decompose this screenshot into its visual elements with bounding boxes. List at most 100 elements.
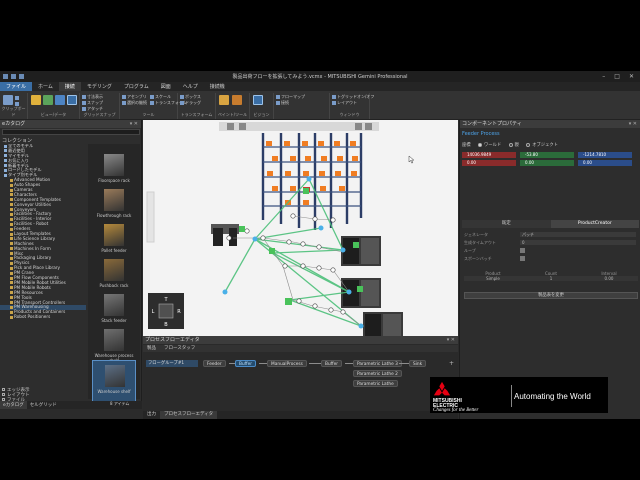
generator-select[interactable]: パッチ bbox=[520, 232, 636, 237]
group-label: ビュー/データ bbox=[40, 112, 67, 117]
view-render-icon[interactable] bbox=[355, 123, 362, 130]
timeout-field[interactable]: 0 bbox=[520, 240, 636, 245]
tree-item[interactable]: Robot Positioners bbox=[0, 314, 86, 320]
collection-tree[interactable]: 全てのモデル 最近使用 マイモデル お気に入り 新着モデル ロードしたモデル タイプ別モデル… bbox=[0, 144, 86, 387]
pin-icon[interactable]: ▾ ✕ bbox=[629, 120, 637, 128]
tab-file[interactable]: ファイル bbox=[0, 82, 33, 91]
vision-icon[interactable] bbox=[253, 95, 263, 105]
pin-icon[interactable]: ▾ ✕ bbox=[130, 120, 138, 128]
model-tile-label: Warehouse shelf bbox=[97, 389, 131, 394]
rot-x-field[interactable]: 0.00 bbox=[462, 160, 516, 166]
node-sink[interactable]: Sink bbox=[409, 360, 427, 367]
model-tile-label: Flowthrough rack bbox=[96, 213, 132, 218]
tab-products[interactable]: 製品 bbox=[143, 345, 160, 352]
3d-viewport[interactable]: T L R B bbox=[143, 120, 458, 336]
loop-checkbox[interactable] bbox=[520, 248, 525, 253]
ribbon-group-clipboard: クリップボード bbox=[0, 93, 28, 119]
radio-object[interactable] bbox=[526, 142, 531, 147]
view-fit-icon[interactable] bbox=[239, 123, 246, 130]
tab-drawing[interactable]: 図面 bbox=[155, 82, 177, 91]
viewport-side-toolbar[interactable] bbox=[146, 191, 155, 243]
title-bar: 製品出荷フローを拡張してみよう.vcmx - MITSUBISHI Gemini… bbox=[0, 71, 640, 82]
node-lathe-1[interactable]: Parametric Lathe bbox=[353, 380, 398, 387]
view-options-icon[interactable] bbox=[365, 123, 372, 130]
tab-modeling[interactable]: モデリング bbox=[81, 82, 118, 91]
tab-flow-staff[interactable]: フロースタッフ bbox=[160, 345, 199, 352]
tab-connector[interactable]: 接続機 bbox=[204, 82, 231, 91]
window-title: 製品出荷フローを拡張してみよう.vcmx - MITSUBISHI Gemini… bbox=[232, 74, 408, 80]
drag-button[interactable]: ドラッグ bbox=[180, 100, 201, 106]
warehouse-rack[interactable] bbox=[261, 133, 363, 230]
node-manual-process[interactable]: ManualProcess bbox=[267, 360, 307, 367]
folder-icon bbox=[10, 271, 13, 275]
edit-product-table-button[interactable]: 製品表を変更 bbox=[464, 292, 638, 299]
folder-icon bbox=[10, 276, 13, 280]
paint-tool-icon[interactable] bbox=[232, 95, 242, 105]
layout-button[interactable]: レイアウト bbox=[332, 100, 357, 106]
tab-help[interactable]: ヘルプ bbox=[177, 82, 204, 91]
panel-title: プロセスフローエディタ bbox=[145, 337, 200, 343]
tab-output[interactable]: 出力 bbox=[143, 411, 160, 419]
connect-button[interactable]: 接続 bbox=[276, 100, 289, 106]
rot-y-field[interactable]: 0.00 bbox=[520, 160, 574, 166]
tab-connect[interactable]: 接続 bbox=[58, 82, 81, 91]
flow-group-label[interactable]: フローグループ#1 bbox=[146, 360, 198, 367]
panel-header: プロセスフローエディタ ▾ ✕ bbox=[143, 336, 458, 344]
group-label: ツール bbox=[142, 112, 155, 117]
tab-home[interactable]: ホーム bbox=[32, 82, 59, 91]
interact-icon[interactable] bbox=[67, 95, 77, 105]
tab-process-flow-editor[interactable]: プロセスフローエディタ bbox=[160, 411, 218, 419]
coord-z-field[interactable]: -1214.7810 bbox=[578, 152, 632, 158]
svg-text:B: B bbox=[164, 322, 168, 328]
tab-program[interactable]: プログラム bbox=[118, 82, 155, 91]
tab-cell-graph[interactable]: セルグリッド bbox=[27, 401, 60, 409]
node-lathe-3[interactable]: Parametric Lathe 3 bbox=[353, 360, 402, 367]
paint-icon[interactable] bbox=[219, 95, 229, 105]
parametric-lathes[interactable] bbox=[341, 236, 403, 336]
node-buffer-2[interactable]: Buffer bbox=[321, 360, 343, 367]
ribbon-tab-bar: ファイル ホーム 接続 モデリング プログラム 図面 ヘルプ 接続機 bbox=[0, 82, 640, 91]
coord-y-field[interactable]: -53.80 bbox=[520, 152, 574, 158]
model-tile[interactable]: Warehouse shelf bbox=[92, 360, 136, 402]
catalog-search-input[interactable] bbox=[2, 129, 140, 135]
radio-parent[interactable] bbox=[508, 142, 513, 147]
continue-select-button[interactable]: 選択の継続 bbox=[122, 100, 147, 106]
tab-default[interactable]: 既定 bbox=[462, 220, 551, 228]
manual-process-station[interactable] bbox=[211, 224, 239, 246]
radio-world[interactable] bbox=[477, 142, 482, 147]
view-cube[interactable]: T L R B bbox=[148, 293, 184, 329]
ribbon-group-paint: ペイント/ツール bbox=[216, 93, 250, 119]
model-tiles: Floorspace rack Flowthrough rack Pallet fe… bbox=[88, 144, 140, 402]
node-lathe-2[interactable]: Parametric Lathe 2 bbox=[353, 370, 402, 377]
group-label: クリップボード bbox=[1, 106, 26, 117]
rot-z-field[interactable]: 0.00 bbox=[578, 160, 632, 166]
collections-label: コレクション bbox=[2, 138, 33, 144]
node-feeder[interactable]: Feeder bbox=[203, 360, 226, 367]
select-icon[interactable] bbox=[31, 95, 41, 105]
flow-diagram: フローグループ#1 Feeder Buffer ManualProcess Bu… bbox=[143, 353, 458, 409]
node-buffer-1[interactable]: Buffer bbox=[235, 360, 257, 367]
tab-ecatalog[interactable]: eカタログ bbox=[0, 401, 27, 409]
folder-icon bbox=[10, 203, 13, 207]
spawn-batch-checkbox[interactable] bbox=[520, 256, 525, 261]
flow-arrow bbox=[259, 363, 267, 364]
tab-product-creator[interactable]: ProductCreator bbox=[550, 220, 639, 228]
folder-icon bbox=[4, 168, 7, 172]
model-thumbnail-icon bbox=[104, 189, 124, 211]
coord-x-field[interactable]: 14036.9849 bbox=[462, 152, 516, 158]
pin-icon[interactable]: ▾ ✕ bbox=[447, 336, 455, 344]
paste-icon[interactable] bbox=[3, 95, 13, 105]
component-name[interactable]: Feeder Process bbox=[462, 131, 500, 137]
group-label: ビジョン bbox=[253, 112, 270, 117]
flow-arrow bbox=[399, 363, 409, 364]
folder-icon bbox=[10, 193, 13, 197]
coordinate-system-selector: 座標 ワールド 親 オブジェクト bbox=[462, 142, 558, 148]
folder-icon bbox=[10, 286, 13, 290]
prop-spawn-batch: スポーンバッチ bbox=[464, 256, 638, 262]
view-home-icon[interactable] bbox=[227, 123, 234, 130]
move-icon[interactable] bbox=[43, 95, 53, 105]
rotate-icon[interactable] bbox=[55, 95, 65, 105]
table-row[interactable]: Simple 1 0.00 bbox=[464, 276, 638, 281]
add-node-icon[interactable]: + bbox=[449, 360, 454, 367]
cut-button[interactable] bbox=[15, 95, 20, 100]
